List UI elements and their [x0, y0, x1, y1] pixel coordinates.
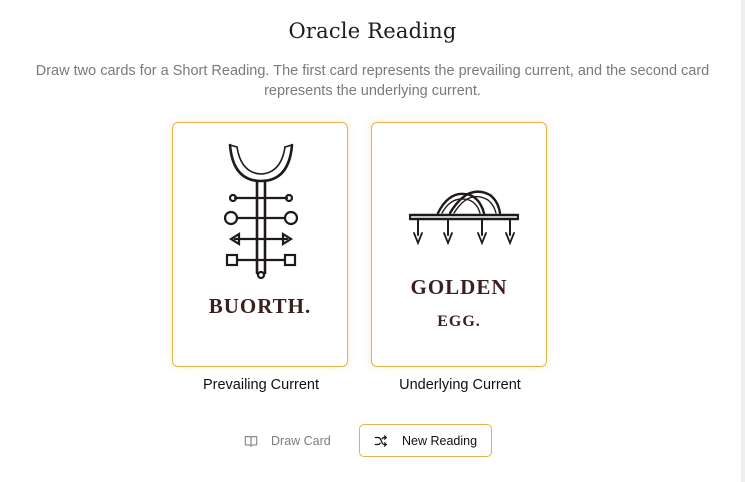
card-name: BUORTH.	[208, 294, 312, 318]
draw-card-label: Draw Card	[271, 433, 331, 448]
page-description: Draw two cards for a Short Reading. The …	[35, 63, 710, 99]
oracle-card-prevailing[interactable]: BUORTH.	[172, 122, 348, 367]
draw-card-button[interactable]: Draw Card	[236, 424, 340, 457]
shuffle-icon	[374, 434, 387, 447]
card-name-line-1: GOLDEN	[410, 275, 508, 299]
new-reading-label: New Reading	[402, 433, 478, 448]
card-name-line-2: EGG.	[437, 313, 481, 330]
buorth-sigil-icon	[223, 143, 299, 280]
oracle-card-underlying[interactable]: GOLDEN EGG.	[371, 122, 547, 367]
new-reading-button[interactable]: New Reading	[359, 424, 492, 457]
card-caption-underlying: Underlying Current	[399, 377, 521, 393]
scrollbar-track	[741, 0, 745, 482]
golden-egg-sigil-icon	[408, 190, 520, 246]
page-title: Oracle Reading	[288, 19, 457, 43]
card-caption-prevailing: Prevailing Current	[202, 377, 320, 393]
book-icon	[244, 435, 258, 447]
